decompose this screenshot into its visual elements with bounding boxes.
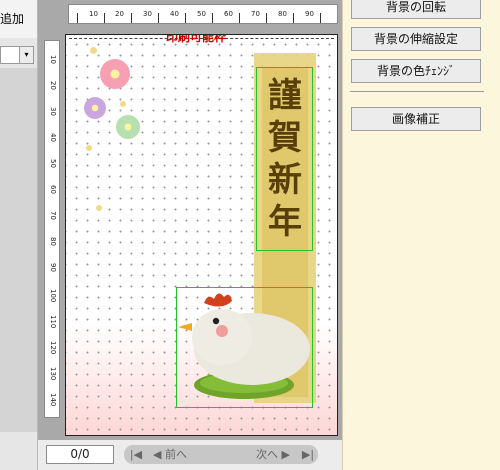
ruler-label: 80: [278, 10, 287, 18]
first-page-button[interactable]: |◀: [126, 445, 146, 464]
ruler-label: 30: [49, 107, 57, 116]
postcard-canvas[interactable]: 印刷可能枠 謹 賀 新 年: [65, 34, 338, 436]
ruler-tick: [77, 13, 78, 23]
stretch-background-button[interactable]: 背景の伸縮設定: [351, 27, 481, 51]
green-plum-flower: [116, 115, 140, 139]
ruler-tick: [320, 13, 321, 23]
ruler-label: 60: [224, 10, 233, 18]
ruler-label: 70: [49, 211, 57, 220]
ruler-tick: [266, 13, 267, 23]
ruler-label: 30: [143, 10, 152, 18]
ruler-label: 40: [49, 133, 57, 142]
purple-plum-flower: [84, 97, 106, 119]
add-label[interactable]: 追加: [0, 10, 24, 27]
chevron-down-icon[interactable]: ▾: [19, 47, 33, 63]
ruler-label: 120: [49, 341, 57, 355]
ruler-label: 50: [197, 10, 206, 18]
ruler-label: 80: [49, 237, 57, 246]
ruler-label: 50: [49, 159, 57, 168]
image-selection-box[interactable]: [176, 287, 313, 408]
page-nav-group: |◀ ◀ 前へ 次へ ▶ ▶|: [124, 445, 318, 464]
greeting-text-box[interactable]: 謹 賀 新 年: [256, 67, 313, 251]
ruler-label: 140: [49, 393, 57, 407]
ruler-label: 60: [49, 185, 57, 194]
right-panel: 背景の回転 背景の伸縮設定 背景の色ﾁｪﾝｼﾞ 画像補正: [342, 0, 500, 470]
left-list-area: [0, 68, 37, 432]
ruler-label: 10: [89, 10, 98, 18]
ruler-label: 20: [115, 10, 124, 18]
panel-divider: [350, 91, 484, 92]
ruler-tick: [104, 13, 105, 23]
ruler-label: 110: [49, 315, 57, 329]
ruler-label: 10: [49, 55, 57, 64]
decor-dot: [90, 47, 97, 54]
ruler-tick: [185, 13, 186, 23]
ruler-label: 40: [170, 10, 179, 18]
greeting-char: 年: [268, 202, 302, 242]
ruler-label: 20: [49, 81, 57, 90]
ruler-tick: [212, 13, 213, 23]
decor-dot: [86, 145, 92, 151]
change-background-color-button[interactable]: 背景の色ﾁｪﾝｼﾞ: [351, 59, 481, 83]
page-counter-field[interactable]: 0/0: [46, 445, 114, 464]
ruler-tick: [131, 13, 132, 23]
horizontal-ruler: 10 20 30 40 50 60 70 80 90: [68, 4, 338, 24]
item-combo[interactable]: ▾: [0, 46, 34, 64]
last-page-button[interactable]: ▶|: [298, 445, 318, 464]
ruler-tick: [293, 13, 294, 23]
pink-plum-flower: [100, 59, 130, 89]
decor-dot: [96, 205, 102, 211]
prev-page-button[interactable]: ◀ 前へ: [146, 445, 194, 464]
ruler-label: 70: [251, 10, 260, 18]
ruler-label: 100: [49, 289, 57, 303]
print-area-label: 印刷可能枠: [166, 34, 227, 44]
ruler-label: 130: [49, 367, 57, 381]
ruler-label: 90: [305, 10, 314, 18]
ruler-tick: [158, 13, 159, 23]
vertical-ruler: 10 20 30 40 50 60 70 80 90 100 110 120 1…: [44, 40, 60, 418]
rotate-background-button[interactable]: 背景の回転: [351, 0, 481, 19]
next-page-button[interactable]: 次へ ▶: [248, 445, 298, 464]
ruler-label: 90: [49, 263, 57, 272]
decor-dot: [120, 101, 126, 107]
ruler-tick: [239, 13, 240, 23]
image-correction-button[interactable]: 画像補正: [351, 107, 481, 131]
